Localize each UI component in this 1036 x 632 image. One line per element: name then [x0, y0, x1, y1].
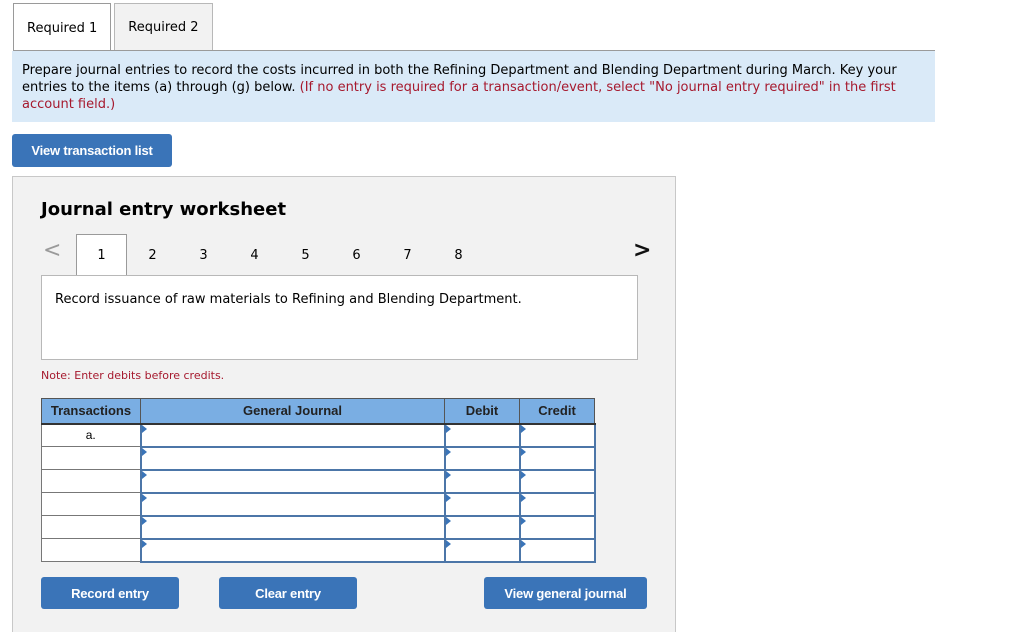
chevron-left-icon[interactable]: <: [43, 238, 61, 263]
chevron-right-icon[interactable]: >: [633, 238, 651, 263]
header-general-journal: General Journal: [140, 398, 445, 425]
journal-table-header: Transactions General Journal Debit Credi…: [41, 398, 595, 425]
transaction-cell: [41, 469, 141, 493]
debit-input[interactable]: [443, 514, 521, 540]
table-row: [41, 537, 596, 563]
account-input[interactable]: [139, 468, 446, 494]
account-input[interactable]: [139, 422, 446, 448]
header-transactions: Transactions: [41, 398, 141, 425]
page-5[interactable]: 5: [280, 234, 331, 276]
transaction-cell: a.: [41, 423, 141, 447]
record-entry-button[interactable]: Record entry: [41, 577, 179, 609]
debit-input[interactable]: [443, 468, 521, 494]
credit-input[interactable]: [518, 468, 596, 494]
entry-pager: < 1 2 3 4 5 6 7 8 >: [41, 234, 651, 276]
page-2[interactable]: 2: [127, 234, 178, 276]
header-debit: Debit: [444, 398, 520, 425]
requirement-tabs: Required 1 Required 2: [13, 3, 216, 52]
transaction-cell: [41, 515, 141, 539]
credit-input[interactable]: [518, 445, 596, 471]
view-transaction-list-button[interactable]: View transaction list: [12, 134, 172, 167]
page-6[interactable]: 6: [331, 234, 382, 276]
account-input[interactable]: [139, 445, 446, 471]
page-7[interactable]: 7: [382, 234, 433, 276]
journal-table: Transactions General Journal Debit Credi…: [41, 398, 596, 563]
entry-description: Record issuance of raw materials to Refi…: [41, 275, 638, 360]
credit-input[interactable]: [518, 514, 596, 540]
debit-credit-note: Note: Enter debits before credits.: [41, 369, 225, 382]
page-1[interactable]: 1: [76, 234, 127, 276]
account-input[interactable]: [139, 537, 446, 563]
worksheet-title: Journal entry worksheet: [41, 199, 287, 220]
table-row: a.: [41, 422, 596, 448]
account-input[interactable]: [139, 514, 446, 540]
journal-entry-worksheet: Journal entry worksheet < 1 2 3 4 5 6 7 …: [12, 176, 676, 632]
page-8[interactable]: 8: [433, 234, 484, 276]
page-4[interactable]: 4: [229, 234, 280, 276]
credit-input[interactable]: [518, 422, 596, 448]
view-general-journal-button[interactable]: View general journal: [484, 577, 647, 609]
debit-input[interactable]: [443, 422, 521, 448]
tab-required-2[interactable]: Required 2: [114, 3, 213, 51]
table-row: [41, 468, 596, 494]
transaction-cell: [41, 446, 141, 470]
table-row: [41, 491, 596, 517]
tab-required-1[interactable]: Required 1: [13, 3, 112, 52]
page-3[interactable]: 3: [178, 234, 229, 276]
debit-input[interactable]: [443, 537, 521, 563]
transaction-cell: [41, 492, 141, 516]
table-row: [41, 445, 596, 471]
credit-input[interactable]: [518, 537, 596, 563]
instructions-panel: Prepare journal entries to record the co…: [12, 51, 935, 122]
debit-input[interactable]: [443, 491, 521, 517]
credit-input[interactable]: [518, 491, 596, 517]
transaction-cell: [41, 538, 141, 562]
table-row: [41, 514, 596, 540]
header-credit: Credit: [519, 398, 595, 425]
account-input[interactable]: [139, 491, 446, 517]
clear-entry-button[interactable]: Clear entry: [219, 577, 357, 609]
debit-input[interactable]: [443, 445, 521, 471]
